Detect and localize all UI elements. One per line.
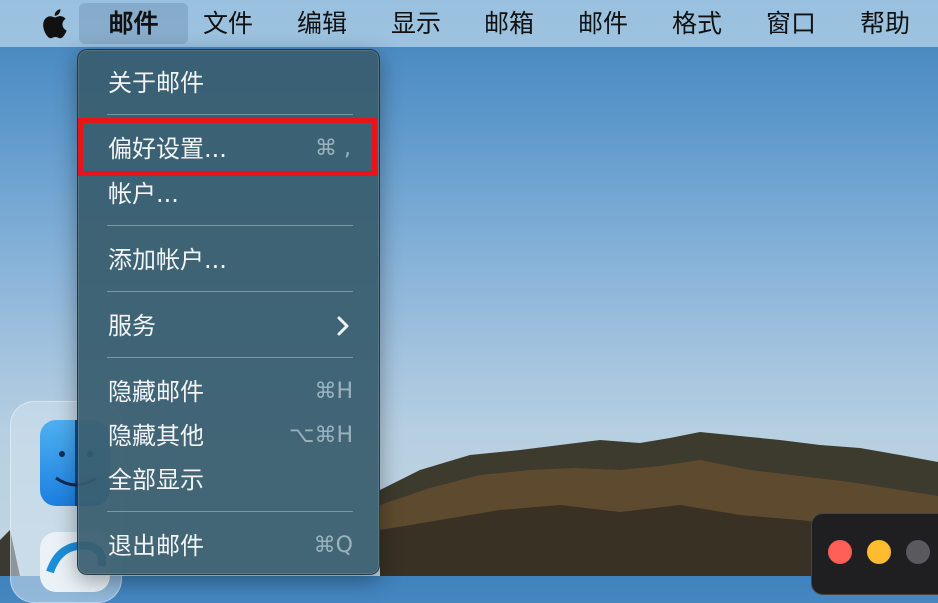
menu-item-label: 退出邮件 — [108, 532, 204, 560]
menu-view[interactable]: 显示 — [384, 3, 448, 44]
minimize-button[interactable] — [867, 540, 891, 564]
separator — [107, 114, 353, 115]
menu-format[interactable]: 格式 — [665, 3, 729, 44]
menu-item-show-all[interactable]: 全部显示 — [108, 462, 353, 498]
separator — [107, 511, 353, 512]
menu-item-add-account[interactable]: 添加帐户... — [108, 242, 353, 278]
menu-item-label: 关于邮件 — [108, 69, 204, 97]
menu-item-label: 帐户... — [108, 180, 179, 208]
menu-message[interactable]: 邮件 — [571, 3, 635, 44]
chevron-right-icon — [337, 316, 349, 336]
separator — [107, 291, 353, 292]
menu-item-quit[interactable]: 退出邮件 ⌘Q — [108, 528, 353, 564]
menu-bar: 邮件 文件 编辑 显示 邮箱 邮件 格式 窗口 帮助 — [0, 0, 938, 47]
menu-item-label: 隐藏其他 — [108, 422, 204, 450]
menu-edit[interactable]: 编辑 — [290, 3, 354, 44]
menu-item-label: 服务 — [108, 312, 156, 340]
menu-file[interactable]: 文件 — [196, 3, 260, 44]
shortcut-label: ⌥⌘H — [289, 423, 353, 448]
apple-logo-icon[interactable] — [38, 6, 68, 40]
menu-item-hide-others[interactable]: 隐藏其他 ⌥⌘H — [108, 418, 353, 454]
menu-item-label: 添加帐户... — [108, 246, 227, 274]
menu-mail-app[interactable]: 邮件 — [79, 3, 188, 44]
menu-item-about[interactable]: 关于邮件 — [108, 65, 353, 101]
menu-item-label: 全部显示 — [108, 466, 204, 494]
menu-help[interactable]: 帮助 — [853, 3, 917, 44]
menu-item-hide-mail[interactable]: 隐藏邮件 ⌘H — [108, 374, 353, 410]
menu-item-accounts[interactable]: 帐户... — [108, 176, 353, 212]
zoom-button[interactable] — [906, 540, 930, 564]
close-button[interactable] — [828, 540, 852, 564]
shortcut-label: ⌘Q — [313, 533, 353, 558]
menu-item-label: 隐藏邮件 — [108, 378, 204, 406]
highlight-box — [78, 118, 377, 176]
separator — [107, 225, 353, 226]
menu-mailbox[interactable]: 邮箱 — [477, 3, 541, 44]
mail-window — [811, 513, 938, 595]
shortcut-label: ⌘H — [314, 379, 353, 404]
menu-item-services[interactable]: 服务 — [108, 308, 353, 344]
menu-window[interactable]: 窗口 — [759, 3, 823, 44]
separator — [107, 357, 353, 358]
